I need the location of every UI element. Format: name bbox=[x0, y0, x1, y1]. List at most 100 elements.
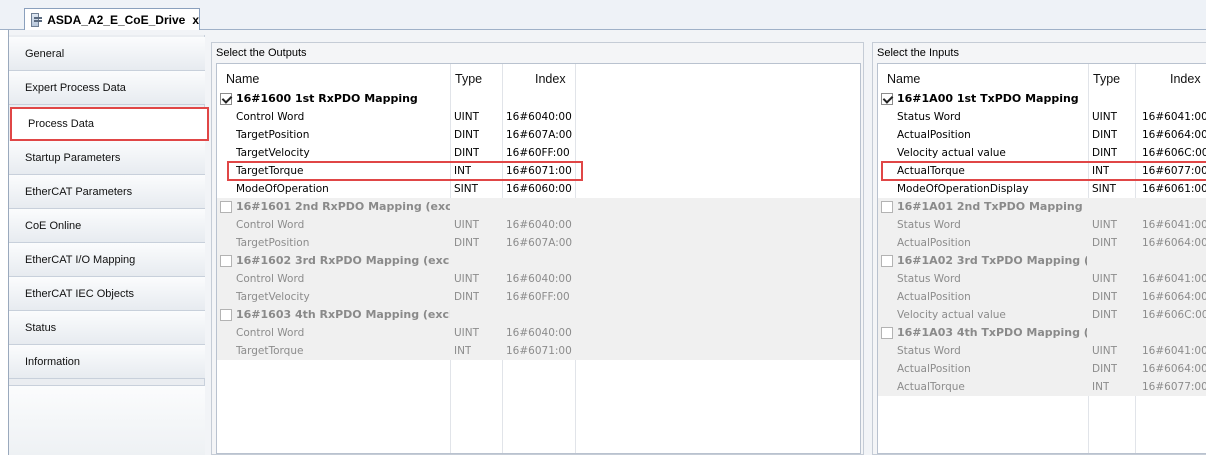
nav-item-label: EtherCAT I/O Mapping bbox=[25, 253, 136, 266]
inputs-col-index[interactable]: Index bbox=[1170, 64, 1201, 90]
nav-item-ethercat-iec-objects[interactable]: EtherCAT IEC Objects bbox=[9, 277, 205, 311]
row-index: 16#60FF:00 bbox=[506, 291, 570, 303]
pdo-mapping-row[interactable]: 16#1A00 1st TxPDO Mapping bbox=[878, 90, 1206, 108]
pdo-mapping-checkbox[interactable] bbox=[881, 93, 893, 105]
close-tab-icon[interactable]: x bbox=[192, 13, 199, 27]
inputs-col-name[interactable]: Name bbox=[887, 64, 920, 90]
row-type: SINT bbox=[1092, 183, 1117, 195]
pdo-entry-row[interactable]: ActualPosition DINT 16#6064:00 bbox=[878, 234, 1206, 252]
row-type: SINT bbox=[454, 183, 479, 195]
row-name: Status Word bbox=[897, 111, 961, 123]
document-tab[interactable]: ASDA_A2_E_CoE_Drive x bbox=[24, 8, 200, 30]
row-type: UINT bbox=[454, 327, 480, 339]
pdo-entry-row[interactable]: ModeOfOperationDisplay SINT 16#6061:00 bbox=[878, 180, 1206, 198]
document-tab-title: ASDA_A2_E_CoE_Drive bbox=[47, 12, 186, 27]
pdo-entry-row[interactable]: Control Word UINT 16#6040:00 bbox=[217, 324, 860, 342]
pdo-entry-row[interactable]: Control Word UINT 16#6040:00 bbox=[217, 216, 860, 234]
pdo-mapping-row[interactable]: 16#1A03 4th TxPDO Mapping (e bbox=[878, 324, 1206, 342]
pdo-entry-row[interactable]: ActualPosition DINT 16#6064:00 bbox=[878, 360, 1206, 378]
pdo-entry-row[interactable]: ActualTorque INT 16#6077:00 bbox=[878, 378, 1206, 396]
pdo-entry-row[interactable]: TargetVelocity DINT 16#60FF:00 bbox=[217, 288, 860, 306]
row-index: 16#6071:00 bbox=[506, 165, 572, 177]
nav-item-label: Status bbox=[25, 321, 57, 334]
nav-item-startup-parameters[interactable]: Startup Parameters bbox=[9, 141, 205, 175]
row-name: ModeOfOperationDisplay bbox=[897, 183, 1029, 195]
row-name: ActualTorque bbox=[897, 381, 965, 393]
pdo-mapping-checkbox[interactable] bbox=[881, 201, 893, 213]
pdo-entry-row[interactable]: ActualTorque INT 16#6077:00 bbox=[878, 161, 1206, 181]
outputs-table[interactable]: Name Type Index 16#1600 1st RxPDO Mappin… bbox=[216, 63, 861, 454]
pdo-entry-row[interactable]: ActualPosition DINT 16#6064:00 bbox=[878, 126, 1206, 144]
pdo-mapping-row[interactable]: 16#1A02 3rd TxPDO Mapping (e bbox=[878, 252, 1206, 270]
row-name: TargetVelocity bbox=[236, 291, 310, 303]
row-name: Control Word bbox=[236, 219, 305, 231]
pdo-entry-row[interactable]: Status Word UINT 16#6041:00 bbox=[878, 216, 1206, 234]
row-type: DINT bbox=[454, 129, 480, 141]
device-editor-nav: General Expert Process Data Process Data… bbox=[9, 35, 209, 455]
row-name: ActualPosition bbox=[897, 291, 971, 303]
pdo-entry-row[interactable]: ActualPosition DINT 16#6064:00 bbox=[878, 288, 1206, 306]
row-name: 16#1A02 3rd TxPDO Mapping (e bbox=[897, 254, 1087, 267]
inputs-table[interactable]: Name Type Index 16#1A00 1st TxPDO Mappin… bbox=[877, 63, 1206, 454]
pdo-entry-row[interactable]: TargetPosition DINT 16#607A:00 bbox=[217, 234, 860, 252]
pdo-mapping-checkbox[interactable] bbox=[881, 255, 893, 267]
pdo-mapping-row[interactable]: 16#1602 3rd RxPDO Mapping (exclu bbox=[217, 252, 860, 270]
row-type: DINT bbox=[1092, 309, 1118, 321]
pdo-mapping-checkbox[interactable] bbox=[220, 201, 232, 213]
row-index: 16#6041:00 bbox=[1142, 345, 1206, 357]
pdo-entry-row[interactable]: Status Word UINT 16#6041:00 bbox=[878, 108, 1206, 126]
outputs-group-title: Select the Outputs bbox=[216, 47, 307, 59]
row-name: Control Word bbox=[236, 327, 305, 339]
pdo-entry-row[interactable]: TargetTorque INT 16#6071:00 bbox=[217, 161, 860, 181]
outputs-col-type[interactable]: Type bbox=[455, 64, 482, 90]
pdo-entry-row[interactable]: Velocity actual value DINT 16#606C:00 bbox=[878, 144, 1206, 162]
pdo-mapping-checkbox[interactable] bbox=[881, 327, 893, 339]
pdo-mapping-checkbox[interactable] bbox=[220, 309, 232, 321]
pdo-entry-row[interactable]: Control Word UINT 16#6040:00 bbox=[217, 270, 860, 288]
outputs-col-name[interactable]: Name bbox=[226, 64, 259, 90]
nav-item-expert-process-data[interactable]: Expert Process Data bbox=[9, 71, 205, 105]
row-index: 16#6060:00 bbox=[506, 183, 572, 195]
row-index: 16#60FF:00 bbox=[506, 147, 570, 159]
nav-item-general[interactable]: General bbox=[9, 37, 205, 71]
nav-item-ethercat-parameters[interactable]: EtherCAT Parameters bbox=[9, 175, 205, 209]
row-type: UINT bbox=[1092, 111, 1118, 123]
pdo-mapping-row[interactable]: 16#1600 1st RxPDO Mapping bbox=[217, 90, 860, 108]
pdo-mapping-checkbox[interactable] bbox=[220, 255, 232, 267]
row-type: UINT bbox=[454, 219, 480, 231]
row-name: ModeOfOperation bbox=[236, 183, 329, 195]
nav-item-process-data[interactable]: Process Data bbox=[10, 107, 209, 141]
row-name: 16#1601 2nd RxPDO Mapping (exclu bbox=[236, 200, 450, 213]
inputs-col-type[interactable]: Type bbox=[1093, 64, 1120, 90]
nav-item-label: EtherCAT IEC Objects bbox=[25, 287, 135, 300]
nav-item-status[interactable]: Status bbox=[9, 311, 205, 345]
pdo-entry-row[interactable]: Control Word UINT 16#6040:00 bbox=[217, 108, 860, 126]
inputs-group-title: Select the Inputs bbox=[877, 47, 959, 59]
nav-item-coe-online[interactable]: CoE Online bbox=[9, 209, 205, 243]
row-type: DINT bbox=[1092, 129, 1118, 141]
pdo-mapping-checkbox[interactable] bbox=[220, 93, 232, 105]
pdo-entry-row[interactable]: Velocity actual value DINT 16#606C:00 bbox=[878, 306, 1206, 324]
row-index: 16#6061:00 bbox=[1142, 183, 1206, 195]
row-type: UINT bbox=[1092, 345, 1118, 357]
pdo-entry-row[interactable]: ModeOfOperation SINT 16#6060:00 bbox=[217, 180, 860, 198]
row-index: 16#6040:00 bbox=[506, 111, 572, 123]
pdo-mapping-row[interactable]: 16#1601 2nd RxPDO Mapping (exclu bbox=[217, 198, 860, 216]
pdo-mapping-row[interactable]: 16#1603 4th RxPDO Mapping (exclu bbox=[217, 306, 860, 324]
pdo-entry-row[interactable]: TargetVelocity DINT 16#60FF:00 bbox=[217, 144, 860, 162]
nav-item-ethercat-io-mapping[interactable]: EtherCAT I/O Mapping bbox=[9, 243, 205, 277]
pdo-entry-row[interactable]: Status Word UINT 16#6041:00 bbox=[878, 270, 1206, 288]
outputs-col-index[interactable]: Index bbox=[535, 64, 566, 90]
pdo-entry-row[interactable]: TargetPosition DINT 16#607A:00 bbox=[217, 126, 860, 144]
row-type: DINT bbox=[1092, 291, 1118, 303]
outputs-groupbox: Select the Outputs Name Type Index 16#16… bbox=[211, 42, 864, 455]
row-type: UINT bbox=[1092, 273, 1118, 285]
nav-item-information[interactable]: Information bbox=[9, 345, 205, 379]
row-index: 16#6071:00 bbox=[506, 345, 572, 357]
pdo-entry-row[interactable]: TargetTorque INT 16#6071:00 bbox=[217, 342, 860, 360]
row-type: DINT bbox=[1092, 363, 1118, 375]
editor-tab-strip: ASDA_A2_E_CoE_Drive x bbox=[0, 0, 1206, 30]
row-type: DINT bbox=[1092, 147, 1118, 159]
pdo-mapping-row[interactable]: 16#1A01 2nd TxPDO Mapping (e bbox=[878, 198, 1206, 216]
pdo-entry-row[interactable]: Status Word UINT 16#6041:00 bbox=[878, 342, 1206, 360]
